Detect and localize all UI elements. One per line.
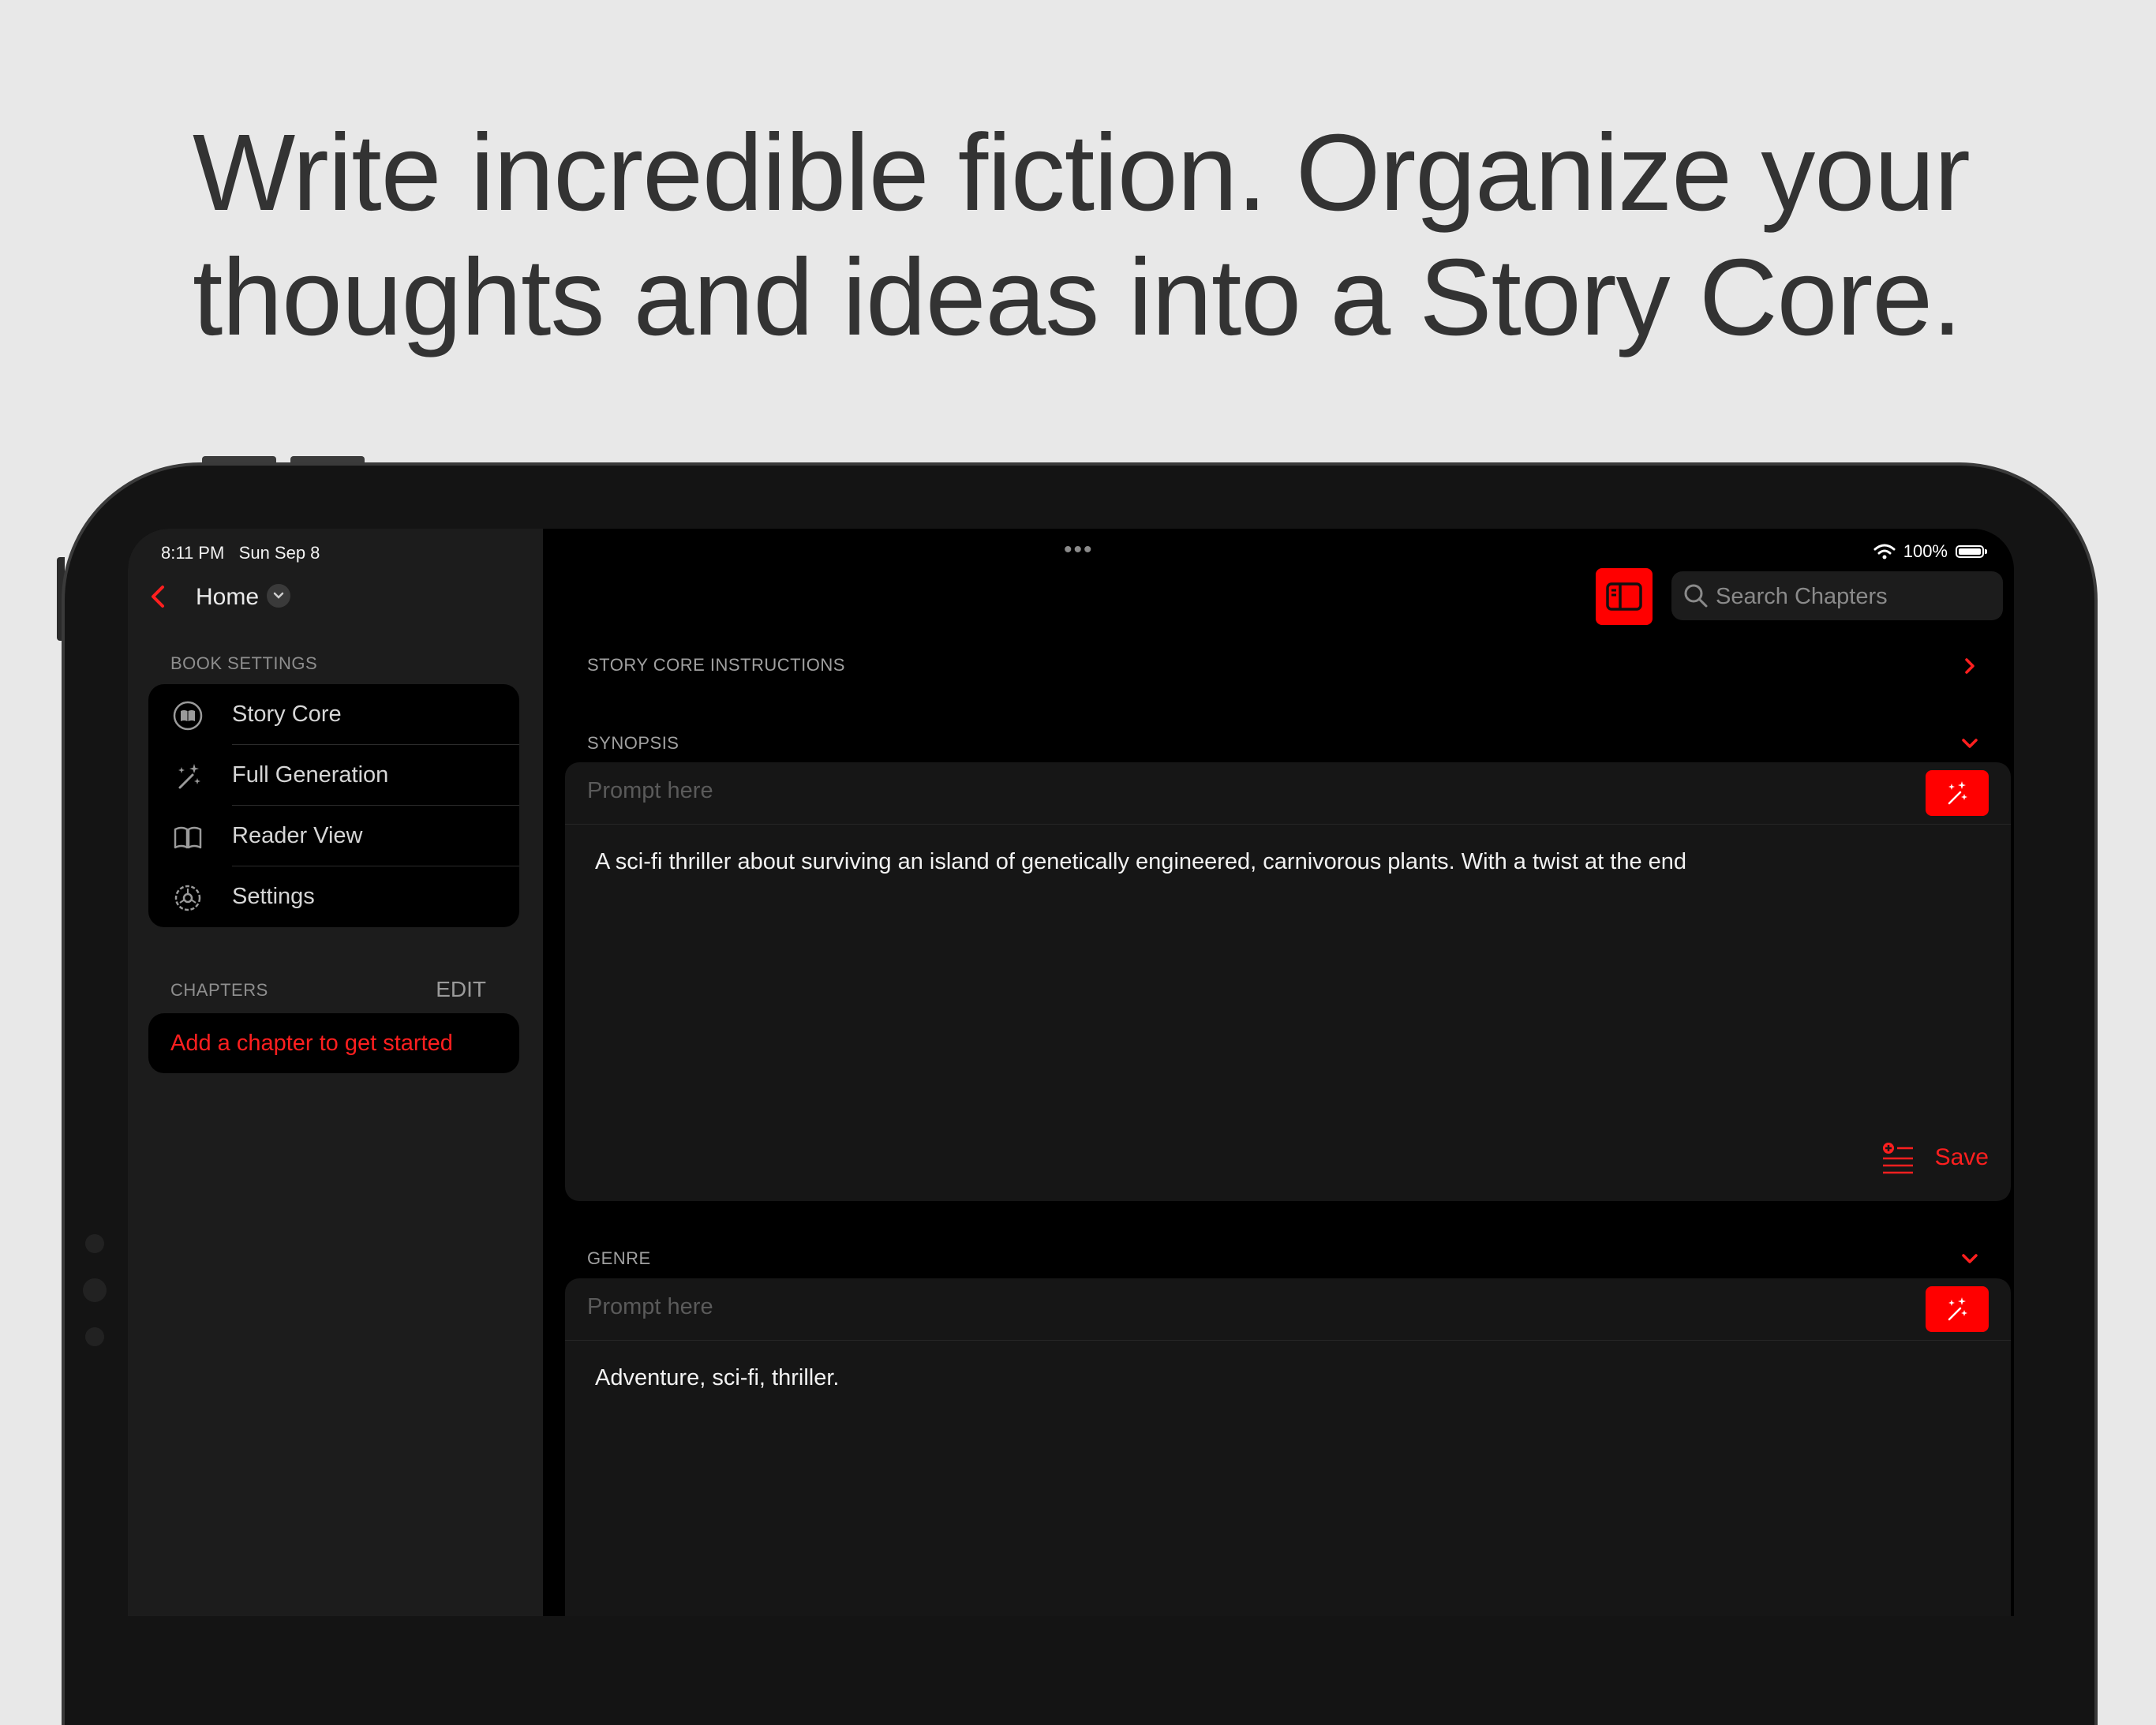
genre-text[interactable]: Adventure, sci-fi, thriller. — [595, 1365, 839, 1391]
book-settings-menu: Story Core Full Generation Reader View S… — [148, 684, 519, 927]
multitasking-dots-icon[interactable]: ••• — [1064, 537, 1094, 563]
genre-panel: Prompt here Adventure, sci-fi, thriller. — [565, 1278, 2011, 1616]
synopsis-text[interactable]: A sci-fi thriller about surviving an isl… — [595, 849, 1686, 875]
sidebar-toggle-button[interactable] — [1596, 568, 1653, 625]
camera-dot-2 — [83, 1278, 107, 1302]
sidebar-item-reader-view[interactable]: Reader View — [148, 806, 519, 866]
gear-icon — [174, 885, 201, 911]
synopsis-label: SYNOPSIS — [587, 733, 679, 753]
status-time: 8:11 PM Sun Sep 8 — [161, 543, 320, 563]
sidebar-icon — [1606, 582, 1642, 611]
sidebar-item-settings[interactable]: Settings — [148, 866, 519, 927]
sidebar-item-label: Story Core — [232, 702, 342, 727]
divider — [565, 1340, 2011, 1341]
sidebar-item-full-generation[interactable]: Full Generation — [148, 745, 519, 806]
genre-label: GENRE — [587, 1248, 651, 1268]
magic-wand-icon — [1948, 781, 1967, 805]
genre-generate-button[interactable] — [1926, 1286, 1989, 1332]
add-chapter-item[interactable]: Add a chapter to get started — [148, 1013, 519, 1073]
magic-wand-icon — [1948, 1297, 1967, 1321]
synopsis-panel: Prompt here A sci-fi thriller about surv… — [565, 762, 2011, 1201]
chevron-right-icon[interactable] — [1959, 655, 1981, 677]
synopsis-prompt-input[interactable]: Prompt here — [587, 778, 713, 804]
nav-title[interactable]: Home — [196, 584, 259, 611]
story-core-instructions-label[interactable]: STORY CORE INSTRUCTIONS — [587, 655, 845, 675]
battery-icon — [1956, 545, 1987, 558]
sidebar-item-story-core[interactable]: Story Core — [148, 684, 519, 745]
add-chapter-label: Add a chapter to get started — [170, 1031, 453, 1056]
headline-line-2: thoughts and ideas into a Story Core. — [193, 237, 1962, 358]
status-right: 100% — [1873, 541, 1987, 562]
divider — [565, 824, 2011, 825]
headline-line-1: Write incredible fiction. Organize your — [193, 112, 1971, 234]
edit-button[interactable]: EDIT — [436, 977, 486, 1002]
save-button[interactable]: Save — [1881, 1141, 1989, 1174]
add-list-icon — [1882, 1143, 1913, 1174]
sidebar-item-label: Reader View — [232, 823, 363, 848]
chevron-down-icon[interactable] — [267, 584, 290, 608]
status-date: Sun Sep 8 — [238, 543, 320, 563]
sidebar: 8:11 PM Sun Sep 8 Home BOOK SETTINGS Sto… — [128, 529, 543, 1616]
book-settings-label: BOOK SETTINGS — [170, 653, 318, 673]
sidebar-item-label: Settings — [232, 884, 315, 909]
sidebar-item-label: Full Generation — [232, 762, 389, 788]
save-label: Save — [1934, 1144, 1989, 1170]
magic-wand-icon — [178, 764, 200, 789]
search-placeholder: Search Chapters — [1716, 584, 1888, 609]
open-book-icon — [174, 826, 202, 849]
chapters-label: CHAPTERS — [170, 980, 268, 1000]
synopsis-generate-button[interactable] — [1926, 770, 1989, 816]
camera-dot-1 — [85, 1234, 104, 1253]
app-screen: 8:11 PM Sun Sep 8 Home BOOK SETTINGS Sto… — [128, 529, 2014, 1616]
battery-percent: 100% — [1903, 541, 1948, 561]
camera-dot-3 — [85, 1327, 104, 1346]
status-clock: 8:11 PM — [161, 543, 225, 563]
book-circle-icon — [173, 701, 203, 731]
headline: Write incredible fiction. Organize your … — [193, 110, 2008, 360]
chevron-down-icon[interactable] — [1959, 1248, 1981, 1270]
back-chevron-icon[interactable] — [144, 581, 175, 612]
search-input[interactable]: Search Chapters — [1671, 571, 2003, 620]
chevron-down-icon[interactable] — [1959, 732, 1981, 754]
genre-prompt-input[interactable]: Prompt here — [587, 1294, 713, 1320]
wifi-icon — [1873, 544, 1896, 559]
search-icon — [1684, 584, 1708, 608]
